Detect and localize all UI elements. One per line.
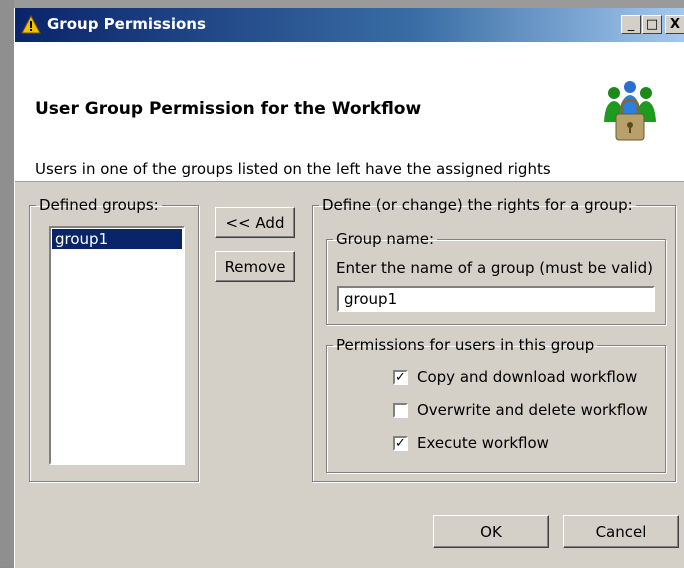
overwrite-delete-option[interactable]: Overwrite and delete workflow: [393, 399, 648, 421]
ok-button[interactable]: OK: [433, 515, 549, 548]
background-left: [0, 0, 14, 567]
add-button[interactable]: << Add: [215, 207, 295, 238]
group-permissions-dialog: Group Permissions _ □ X User Group Permi…: [14, 8, 684, 568]
close-button[interactable]: X: [665, 15, 684, 34]
dialog-header: User Group Permission for the Workflow U…: [15, 42, 684, 182]
permissions-legend: Permissions for users in this group: [336, 336, 595, 354]
list-item[interactable]: group1: [52, 229, 182, 249]
header-title: User Group Permission for the Workflow: [35, 99, 422, 119]
copy-download-option[interactable]: ✓ Copy and download workflow: [393, 366, 637, 388]
defined-groups-legend: Defined groups:: [39, 196, 159, 214]
window-title: Group Permissions: [47, 15, 206, 33]
rights-legend: Define (or change) the rights for a grou…: [322, 196, 633, 214]
group-name-legend: Group name:: [336, 230, 435, 248]
overwrite-delete-label: Overwrite and delete workflow: [417, 401, 648, 419]
minimize-button[interactable]: _: [621, 15, 641, 34]
group-name-hint: Enter the name of a group (must be valid…: [336, 259, 653, 277]
group-name-input[interactable]: group1: [337, 286, 655, 312]
defined-groups-list[interactable]: group1: [49, 226, 185, 465]
maximize-button[interactable]: □: [642, 15, 662, 34]
remove-button[interactable]: Remove: [215, 251, 295, 282]
copy-download-label: Copy and download workflow: [417, 368, 638, 386]
header-description: Users in one of the groups listed on the…: [35, 160, 551, 178]
overwrite-delete-checkbox[interactable]: [393, 402, 408, 418]
copy-download-checkbox[interactable]: ✓: [393, 369, 408, 385]
warning-icon: [21, 15, 41, 34]
execute-label: Execute workflow: [417, 434, 549, 452]
cancel-button[interactable]: Cancel: [563, 515, 679, 548]
execute-option[interactable]: ✓ Execute workflow: [393, 432, 549, 454]
user-group-lock-icon: [604, 81, 656, 141]
execute-checkbox[interactable]: ✓: [393, 435, 408, 451]
title-bar[interactable]: Group Permissions _ □ X: [15, 8, 684, 42]
